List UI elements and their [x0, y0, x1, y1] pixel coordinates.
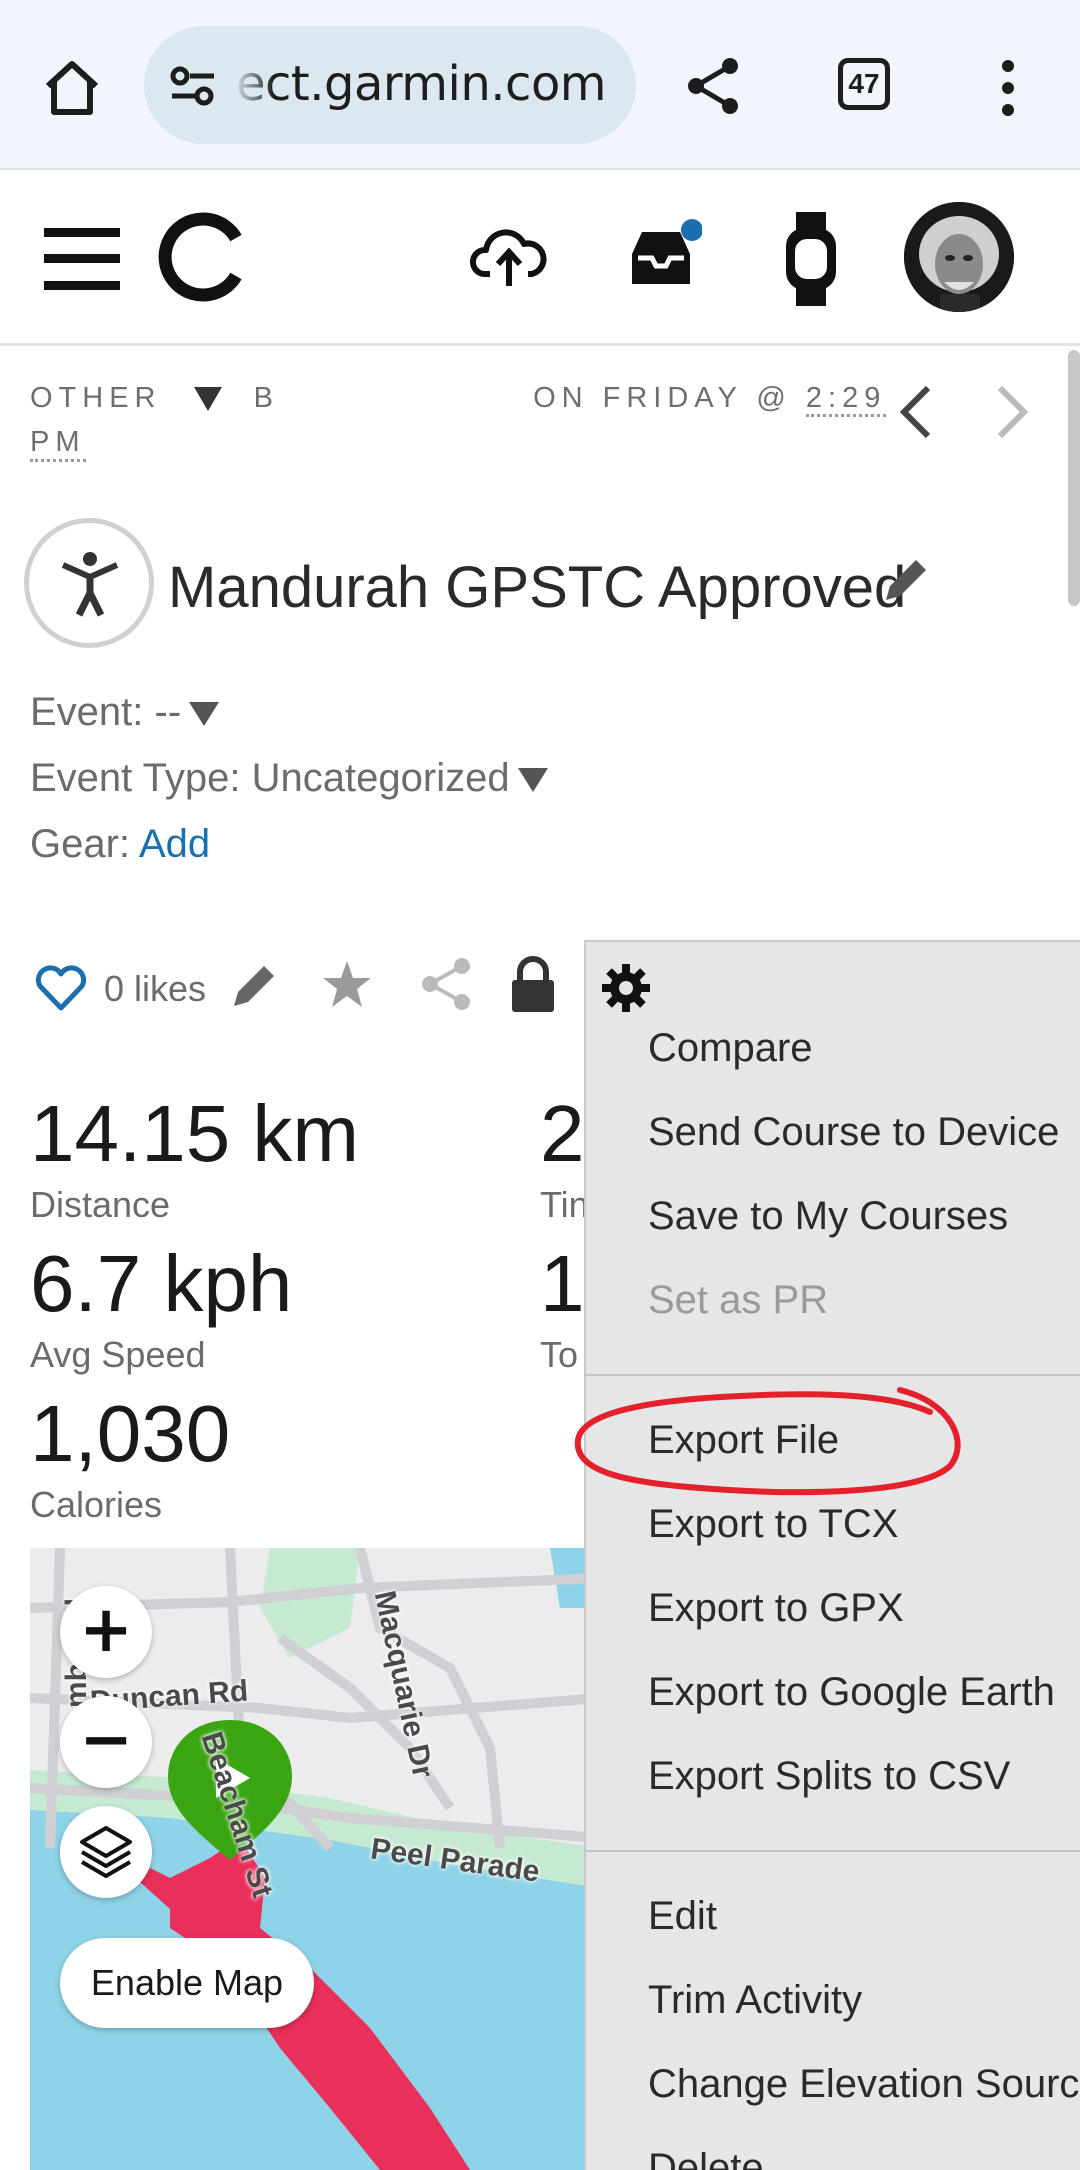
home-icon[interactable]	[40, 56, 104, 120]
more-menu-icon[interactable]	[994, 58, 1022, 118]
garmin-connect-logo[interactable]	[158, 212, 248, 302]
stat-value: 2	[540, 1094, 585, 1178]
activity-owner[interactable]: B	[254, 382, 279, 414]
url-text: ect.garmin.com	[236, 56, 607, 112]
edit-pencil-icon[interactable]	[230, 960, 280, 1010]
user-avatar[interactable]	[904, 202, 1014, 312]
stat-label: Distance	[30, 1184, 171, 1225]
site-settings-icon[interactable]	[168, 64, 218, 108]
stat-distance: 14.15 km Distance	[30, 1094, 359, 1226]
page-scrollbar[interactable]	[1068, 350, 1080, 606]
likes-count[interactable]: 0 likes	[104, 968, 206, 1010]
activity-breadcrumb: OTHER B ON FRIDAY @ 2:29	[30, 382, 887, 417]
gear-label: Gear:	[30, 822, 131, 866]
stat-label: Calories	[30, 1484, 163, 1525]
zoom-out-button[interactable]: −	[60, 1696, 152, 1788]
tab-switcher-button[interactable]: 47	[838, 58, 890, 110]
stat-label: To	[540, 1334, 579, 1375]
event-label: Event:	[30, 690, 144, 734]
zoom-in-button[interactable]: +	[60, 1586, 152, 1678]
menu-item-export-tcx[interactable]: Export to TCX	[648, 1502, 898, 1547]
activity-type-icon[interactable]	[24, 518, 154, 648]
stat-value: 14.15 km	[30, 1089, 360, 1178]
event-type-row[interactable]: Event Type: Uncategorized	[30, 756, 548, 801]
menu-item-change-elevation[interactable]: Change Elevation Sources	[648, 2062, 1080, 2107]
layers-icon	[80, 1826, 132, 1878]
event-type-value[interactable]: Uncategorized	[252, 756, 510, 800]
gear-icon[interactable]	[600, 962, 652, 1014]
event-type-label: Event Type:	[30, 756, 241, 800]
menu-item-export-google-earth[interactable]: Export to Google Earth	[648, 1670, 1055, 1715]
menu-item-delete[interactable]: Delete	[648, 2146, 764, 2170]
browser-toolbar: ect.garmin.com 47	[0, 0, 1080, 170]
menu-item-save-course[interactable]: Save to My Courses	[648, 1194, 1008, 1239]
menu-divider	[586, 1374, 1080, 1376]
zoom-out-icon: −	[79, 1703, 133, 1777]
menu-divider	[586, 1850, 1080, 1852]
menu-item-edit[interactable]: Edit	[648, 1894, 717, 1939]
hamburger-menu-icon[interactable]	[44, 228, 120, 290]
device-watch-icon[interactable]	[782, 212, 840, 306]
share-icon[interactable]	[684, 56, 744, 116]
event-type-caret-icon[interactable]	[517, 768, 548, 793]
address-bar[interactable]: ect.garmin.com	[144, 26, 636, 144]
annotation-circle	[574, 1387, 961, 1496]
zoom-in-icon: +	[79, 1593, 133, 1667]
stat-value: 1	[540, 1244, 585, 1328]
stat-total: 1 To	[540, 1244, 590, 1376]
menu-item-send-course[interactable]: Send Course to Device	[648, 1110, 1059, 1155]
stat-value: 6.7 kph	[30, 1239, 293, 1328]
person-icon	[61, 552, 119, 617]
event-caret-icon[interactable]	[189, 702, 220, 727]
menu-item-set-pr: Set as PR	[648, 1278, 829, 1322]
activity-type-label[interactable]: OTHER	[30, 382, 162, 414]
like-heart-icon[interactable]	[34, 964, 88, 1012]
event-row[interactable]: Event: --	[30, 690, 220, 735]
next-activity-icon[interactable]	[994, 384, 1030, 440]
enable-map-button[interactable]: Enable Map	[60, 1938, 314, 2028]
inbox-icon[interactable]	[626, 218, 702, 298]
gear-row: Gear: Add	[30, 822, 210, 867]
share-activity-icon[interactable]	[420, 956, 472, 1012]
favorite-star-icon[interactable]	[320, 958, 374, 1012]
privacy-lock-icon[interactable]	[510, 954, 556, 1014]
activity-map[interactable]: Wamba Rd Duncan Rd Beacham St Macquarie …	[30, 1548, 600, 2170]
activity-title: Mandurah GPSTC Approved	[168, 555, 907, 620]
edit-title-icon[interactable]	[880, 554, 932, 606]
activity-settings-menu: Compare Send Course to Device Save to My…	[584, 940, 1080, 2170]
app-header	[0, 172, 1080, 346]
stat-label: Tin	[540, 1184, 589, 1225]
stat-time: 2 Tin	[540, 1094, 590, 1226]
activity-date-label: ON FRIDAY @	[533, 382, 792, 414]
stat-value: 1,030	[30, 1389, 231, 1478]
activity-time: 2:29	[805, 382, 887, 417]
stat-avg-speed: 6.7 kph Avg Speed	[30, 1244, 292, 1376]
menu-item-export-splits-csv[interactable]: Export Splits to CSV	[648, 1754, 1010, 1799]
stat-label: Avg Speed	[30, 1334, 206, 1375]
activity-time-suffix: PM	[30, 426, 86, 462]
avatar-photo	[904, 202, 1014, 312]
upload-cloud-icon[interactable]	[470, 222, 548, 292]
activity-type-caret-icon[interactable]	[193, 387, 222, 412]
add-gear-link[interactable]: Add	[139, 822, 210, 866]
menu-item-trim-activity[interactable]: Trim Activity	[648, 1978, 862, 2023]
map-layers-button[interactable]	[60, 1806, 152, 1898]
menu-item-export-gpx[interactable]: Export to GPX	[648, 1586, 904, 1631]
menu-item-compare[interactable]: Compare	[648, 1026, 813, 1071]
previous-activity-icon[interactable]	[898, 384, 934, 440]
stat-calories: 1,030 Calories	[30, 1394, 230, 1526]
event-value[interactable]: --	[155, 690, 182, 734]
